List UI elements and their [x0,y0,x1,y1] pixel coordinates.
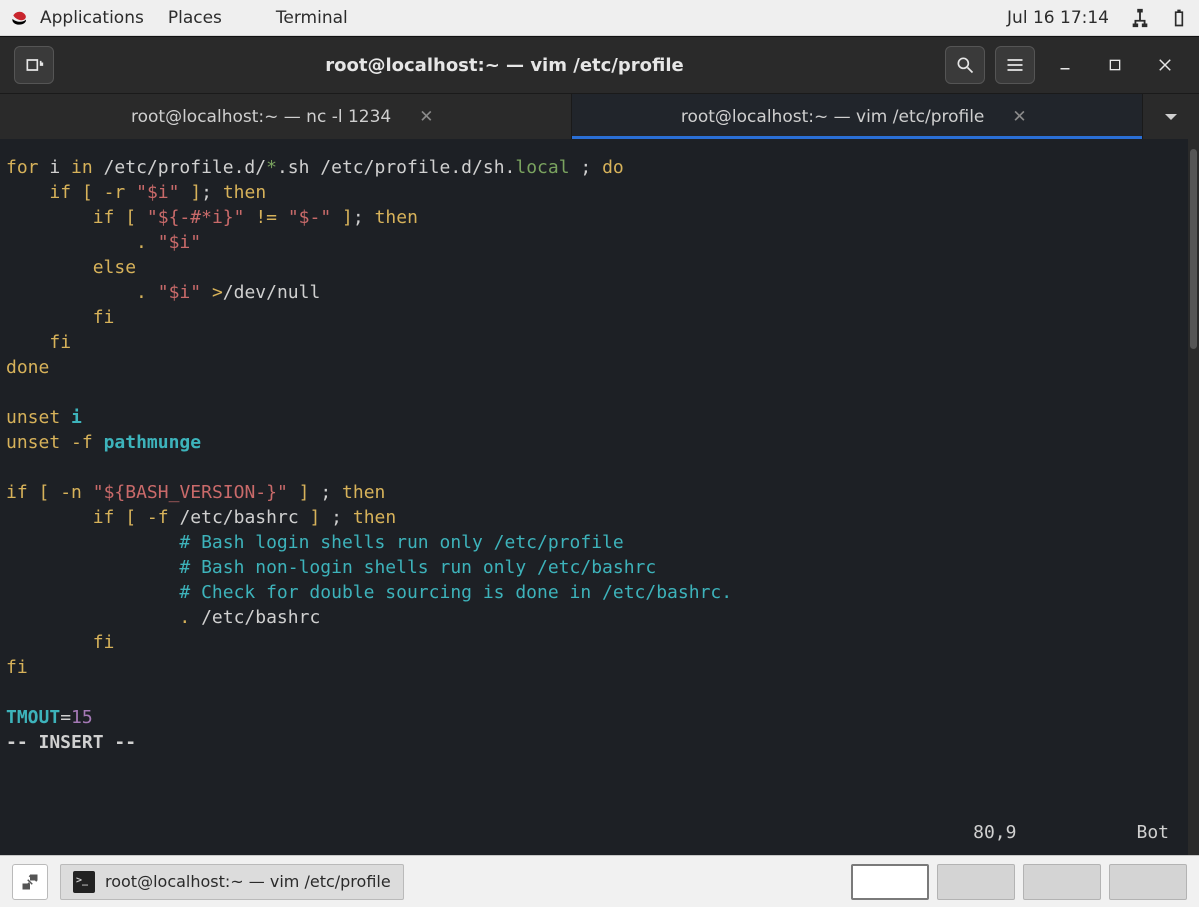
minimize-button[interactable] [1045,46,1085,84]
close-button[interactable] [1145,46,1185,84]
active-app-menu[interactable]: Terminal [276,8,348,28]
tabs-menu-button[interactable] [1143,94,1199,139]
code-line: if [ -r "$i" ]; then [6,180,1199,205]
workspace-2[interactable] [937,864,1015,900]
applications-menu[interactable]: Applications [40,8,144,28]
code-line: else [6,255,1199,280]
vim-scroll-position: Bot [1136,820,1169,845]
code-line [6,455,1199,480]
system-tray [1129,7,1189,29]
code-line: -- INSERT -- [6,730,1199,755]
workspace-thumbnails [851,864,1187,900]
code-line: for i in /etc/profile.d/*.sh /etc/profil… [6,155,1199,180]
code-line [6,680,1199,705]
code-line: unset -f pathmunge [6,430,1199,455]
vim-status-right: 80,9 Bot [973,820,1169,845]
terminal-tab-1[interactable]: root@localhost:~ — nc -l 1234 ✕ [0,94,572,139]
code-line: fi [6,655,1199,680]
workspace-switcher-button[interactable] [12,864,48,900]
task-label: root@localhost:~ — vim /etc/profile [105,872,391,891]
places-menu[interactable]: Places [168,8,222,28]
terminal-window: root@localhost:~ — vim /etc/profile root… [0,36,1199,855]
maximize-button[interactable] [1095,46,1135,84]
code-line: if [ -n "${BASH_VERSION-}" ] ; then [6,480,1199,505]
code-line: # Check for double sourcing is done in /… [6,580,1199,605]
scrollbar[interactable] [1188,139,1199,855]
code-line: unset i [6,405,1199,430]
battery-icon[interactable] [1169,7,1189,29]
code-line: if [ "${-#*i}" != "$-" ]; then [6,205,1199,230]
terminal-app-icon [73,871,95,893]
code-line: TMOUT=15 [6,705,1199,730]
terminal-tab-2[interactable]: root@localhost:~ — vim /etc/profile ✕ [572,94,1144,139]
code-line: done [6,355,1199,380]
code-line: fi [6,330,1199,355]
code-line: fi [6,630,1199,655]
tab-label: root@localhost:~ — nc -l 1234 [131,107,391,127]
workspace-4[interactable] [1109,864,1187,900]
workspace-1[interactable] [851,864,929,900]
tab-label: root@localhost:~ — vim /etc/profile [681,107,985,127]
clock[interactable]: Jul 16 17:14 [1007,8,1109,28]
code-line: fi [6,305,1199,330]
taskbar-task-terminal[interactable]: root@localhost:~ — vim /etc/profile [60,864,404,900]
code-line: # Bash non-login shells run only /etc/ba… [6,555,1199,580]
code-line: . /etc/bashrc [6,605,1199,630]
terminal-tabs: root@localhost:~ — nc -l 1234 ✕ root@loc… [0,93,1199,139]
vim-cursor-position: 80,9 [973,820,1016,845]
gnome-bottom-panel: root@localhost:~ — vim /etc/profile [0,855,1199,907]
hamburger-menu-button[interactable] [995,46,1035,84]
scrollbar-thumb[interactable] [1190,149,1197,349]
code-line [6,380,1199,405]
code-line: # Bash login shells run only /etc/profil… [6,530,1199,555]
window-titlebar[interactable]: root@localhost:~ — vim /etc/profile [0,37,1199,93]
window-title: root@localhost:~ — vim /etc/profile [64,55,945,76]
redhat-logo-icon [10,8,30,28]
terminal-content[interactable]: for i in /etc/profile.d/*.sh /etc/profil… [0,139,1199,855]
code-line: . "$i" >/dev/null [6,280,1199,305]
tab-close-icon[interactable]: ✕ [1006,105,1032,129]
new-tab-button[interactable] [14,46,54,84]
network-icon[interactable] [1129,7,1151,29]
workspace-3[interactable] [1023,864,1101,900]
code-line: . "$i" [6,230,1199,255]
tab-close-icon[interactable]: ✕ [413,105,439,129]
search-button[interactable] [945,46,985,84]
gnome-top-bar: Applications Places Terminal Jul 16 17:1… [0,0,1199,36]
code-line: if [ -f /etc/bashrc ] ; then [6,505,1199,530]
